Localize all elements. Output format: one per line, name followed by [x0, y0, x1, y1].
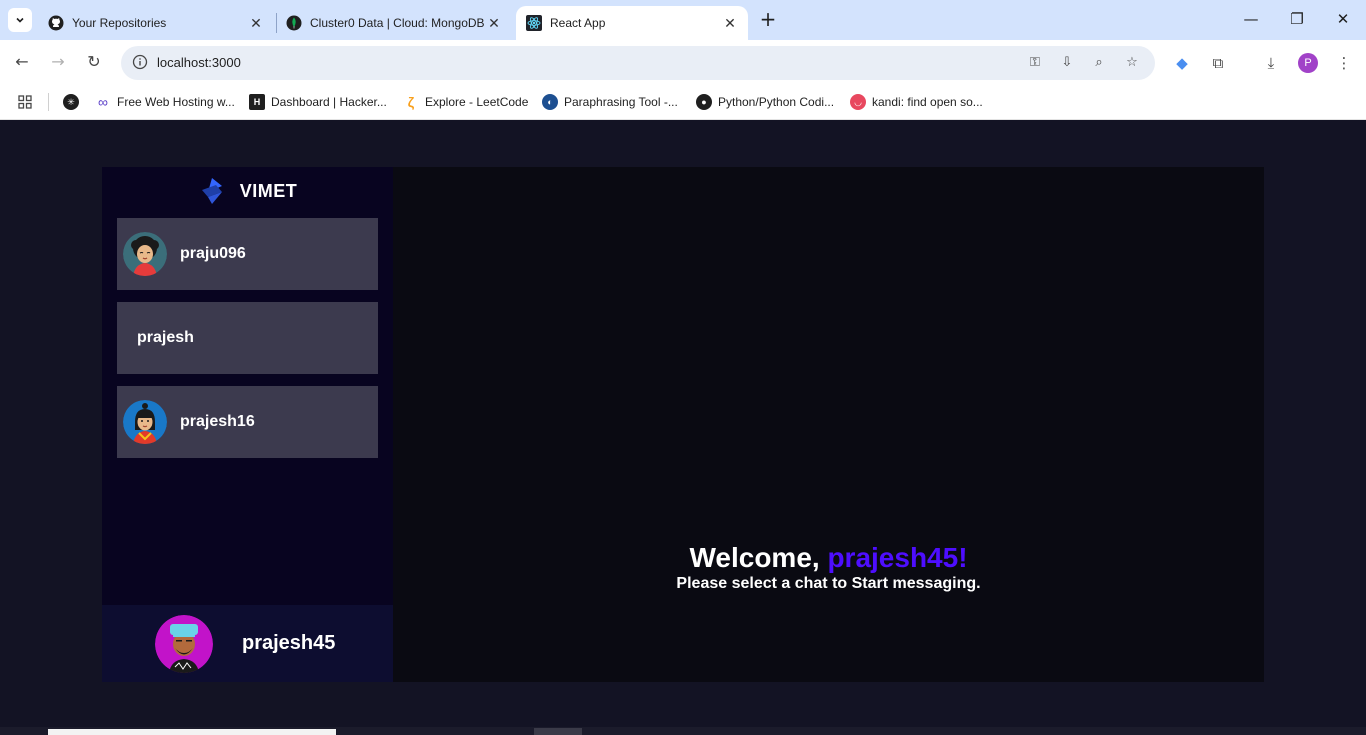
contact-username: prajesh16: [180, 413, 255, 430]
bookmark-kandi[interactable]: ◡ kandi: find open so...: [850, 92, 983, 112]
chat-app: VIMET praju096 prajesh prajesh16 prajesh…: [102, 167, 1264, 682]
current-user-avatar: [155, 614, 213, 673]
bookmark-label: Python/Python Codi...: [718, 95, 835, 109]
close-icon[interactable]: ✕: [722, 15, 738, 32]
tab-title: Your Repositories: [72, 16, 167, 30]
bookmark-free-web-hosting[interactable]: ∞ Free Web Hosting w...: [95, 92, 235, 112]
tab-react-app[interactable]: React App ✕: [516, 6, 748, 40]
bookmark-python-codi[interactable]: ● Python/Python Codi...: [696, 92, 834, 112]
mongodb-icon: [286, 15, 302, 31]
taskbar-app-button[interactable]: [534, 728, 582, 735]
welcome-panel: Welcome, prajesh45! Please select a chat…: [393, 541, 1264, 593]
bookmark-leetcode[interactable]: ζ Explore - LeetCode: [403, 92, 529, 112]
tab-cluster0-data[interactable]: Cluster0 Data | Cloud: MongoDB ✕: [276, 6, 512, 40]
bookmark-label: Free Web Hosting w...: [117, 95, 235, 109]
tab-your-repositories[interactable]: Your Repositories ✕: [38, 6, 274, 40]
extension-shield-icon[interactable]: ◆: [1171, 52, 1193, 74]
zoom-icon[interactable]: ⌕: [1089, 54, 1109, 72]
welcome-greeting: Welcome,: [689, 542, 828, 573]
welcome-subtitle: Please select a chat to Start messaging.: [676, 575, 981, 592]
browser-tab-bar: Your Repositories ✕ Cluster0 Data | Clou…: [0, 0, 1366, 40]
os-taskbar: [0, 727, 1366, 735]
address-bar[interactable]: localhost:3000 ⚿ ⇩ ⌕ ☆: [121, 46, 1155, 80]
openai-icon: ✳: [63, 94, 79, 110]
contact-username: praju096: [180, 245, 246, 262]
bookmark-star-icon[interactable]: ☆: [1122, 54, 1142, 72]
key-icon[interactable]: ⚿: [1025, 54, 1045, 72]
taskbar-search-box[interactable]: [48, 729, 336, 735]
forward-icon[interactable]: →: [48, 52, 68, 72]
reload-icon[interactable]: ↻: [84, 52, 104, 72]
bookmarks-divider: [48, 93, 49, 111]
minimize-icon[interactable]: —: [1241, 10, 1261, 28]
react-icon: [526, 15, 542, 31]
brand-name: VIMET: [239, 180, 298, 201]
kandi-icon: ◡: [850, 94, 866, 110]
restore-icon[interactable]: ❐: [1287, 10, 1307, 28]
new-tab-button[interactable]: +: [758, 9, 778, 31]
close-icon[interactable]: ✕: [248, 15, 264, 32]
bookmark-paraphrasing-tool[interactable]: ◐ Paraphrasing Tool -...: [542, 92, 678, 112]
tab-title: Cluster0 Data | Cloud: MongoDB: [310, 16, 485, 30]
hackerrank-icon: H: [249, 94, 265, 110]
contact-item-prajesh[interactable]: prajesh: [117, 302, 378, 374]
avatar: [123, 232, 167, 276]
profile-avatar[interactable]: P: [1298, 53, 1318, 73]
contact-username: prajesh: [137, 329, 194, 346]
contact-item-praju096[interactable]: praju096: [117, 218, 378, 290]
bookmark-label: kandi: find open so...: [872, 95, 983, 109]
bookmark-label: Dashboard | Hacker...: [271, 95, 387, 109]
github-icon: [48, 15, 64, 31]
menu-kebab-icon[interactable]: ⋮: [1333, 52, 1355, 74]
bookmark-label: Paraphrasing Tool -...: [564, 95, 678, 109]
tab-search-button[interactable]: [8, 8, 32, 32]
downloads-icon[interactable]: ⤓: [1260, 52, 1282, 74]
github-icon: ●: [696, 94, 712, 110]
avatar: [123, 400, 167, 444]
contact-item-prajesh16[interactable]: prajesh16: [117, 386, 378, 458]
browser-toolbar: ← → ↻ localhost:3000 ⚿ ⇩ ⌕ ☆ ◆ ⧉ ⤓ ⋮: [0, 40, 1366, 85]
apps-grid-icon[interactable]: [17, 92, 33, 112]
url-text[interactable]: localhost:3000: [157, 55, 241, 70]
logo-icon: [201, 178, 222, 204]
back-icon[interactable]: ←: [12, 52, 32, 72]
bookmark-hackerrank[interactable]: H Dashboard | Hacker...: [249, 92, 387, 112]
contacts-sidebar: VIMET praju096 prajesh prajesh16 prajesh…: [102, 167, 393, 682]
welcome-username: prajesh45!: [827, 542, 968, 573]
close-icon[interactable]: ✕: [486, 15, 502, 32]
welcome-heading: Welcome, prajesh45!: [393, 541, 1264, 575]
site-info-icon[interactable]: [131, 54, 149, 72]
window-close-icon[interactable]: ✕: [1333, 10, 1353, 28]
quillbot-icon: ◐: [542, 94, 558, 110]
bookmarks-bar: ✳ ∞ Free Web Hosting w... H Dashboard | …: [0, 85, 1366, 120]
install-app-icon[interactable]: ⇩: [1057, 54, 1077, 72]
chatgpt-bookmark[interactable]: ✳: [63, 92, 85, 112]
current-user-panel: prajesh45: [102, 605, 393, 682]
tab-title: React App: [550, 16, 606, 30]
chat-container: Welcome, prajesh45! Please select a chat…: [393, 167, 1264, 682]
brand-header: VIMET: [102, 167, 393, 215]
current-username: prajesh45: [242, 632, 336, 654]
bookmark-label: Explore - LeetCode: [425, 95, 529, 109]
leetcode-icon: ζ: [407, 94, 415, 110]
infinity-icon: ∞: [98, 94, 108, 110]
chevron-down-icon: [16, 17, 24, 23]
contact-list: praju096 prajesh prajesh16: [117, 218, 378, 470]
extensions-puzzle-icon[interactable]: ⧉: [1207, 52, 1229, 74]
